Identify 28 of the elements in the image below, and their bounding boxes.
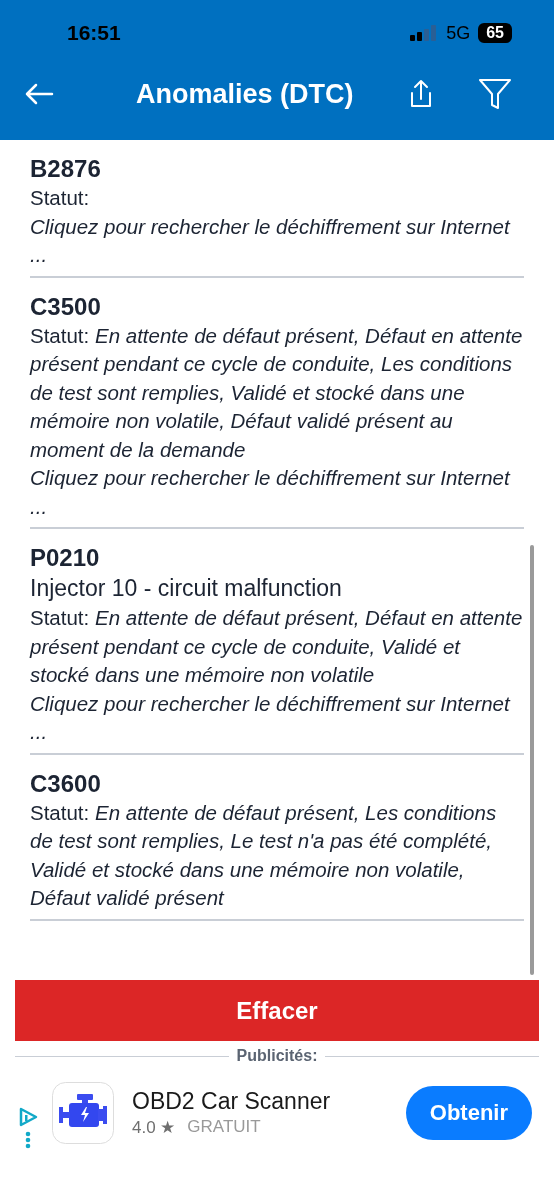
dtc-status: Statut: En attente de défaut présent, Les conditions de test sont remplies, Le test n'a pas été complété, Validé et stocké dans une mémoire non volatile, Défaut validé présent: [30, 799, 498, 911]
get-button[interactable]: Obtenir: [405, 1086, 532, 1140]
app-name: OBD2 Car Scanner: [132, 1088, 332, 1115]
search-link[interactable]: Cliquez pour rechercher le déchiffrement sur Internet ...: [30, 464, 524, 521]
back-arrow-icon[interactable]: [24, 83, 54, 105]
ad-choices-icon[interactable]: [18, 1107, 38, 1127]
signal-icon: [410, 25, 439, 41]
clear-button[interactable]: Effacer: [15, 980, 539, 1041]
more-options-icon[interactable]: [25, 1131, 31, 1149]
search-link[interactable]: Cliquez pour rechercher le déchiffrement sur Internet ...: [30, 212, 524, 270]
app-price: GRATUIT: [187, 1117, 261, 1138]
screen-title: Anomalies (DTC): [136, 78, 355, 110]
dtc-code: C3600: [30, 768, 102, 799]
app-rating: 4.0 ★: [132, 1117, 176, 1138]
dtc-code: C3500: [30, 291, 102, 322]
search-link[interactable]: Cliquez pour rechercher le déchiffrement sur Internet ...: [30, 689, 524, 747]
filter-icon[interactable]: [478, 78, 512, 110]
dtc-status: Statut:: [30, 185, 91, 211]
status-time: 16:51: [67, 21, 121, 45]
dtc-code: B2876: [30, 154, 102, 184]
dtc-code: P0210: [30, 543, 101, 573]
network-label: 5G: [446, 22, 471, 44]
dtc-status: Statut: En attente de défaut présent, Défaut en attente présent pendant ce cycle de conduite, Validé et stocké dans une mémoire non volatile: [30, 605, 524, 688]
dtc-status: Statut: En attente de défaut présent, Défaut en attente présent pendant ce cycle de conduite, Les conditions de test sont remplies, Validé et stocké dans une mémoire non volatile, Défaut validé présent au moment de la demande: [30, 322, 524, 463]
ads-label: Publicités:: [236, 1047, 318, 1065]
battery-indicator: 65: [478, 23, 512, 43]
dtc-description: Injector 10 - circuit malfunction: [30, 574, 343, 603]
engine-app-icon[interactable]: [52, 1082, 114, 1144]
